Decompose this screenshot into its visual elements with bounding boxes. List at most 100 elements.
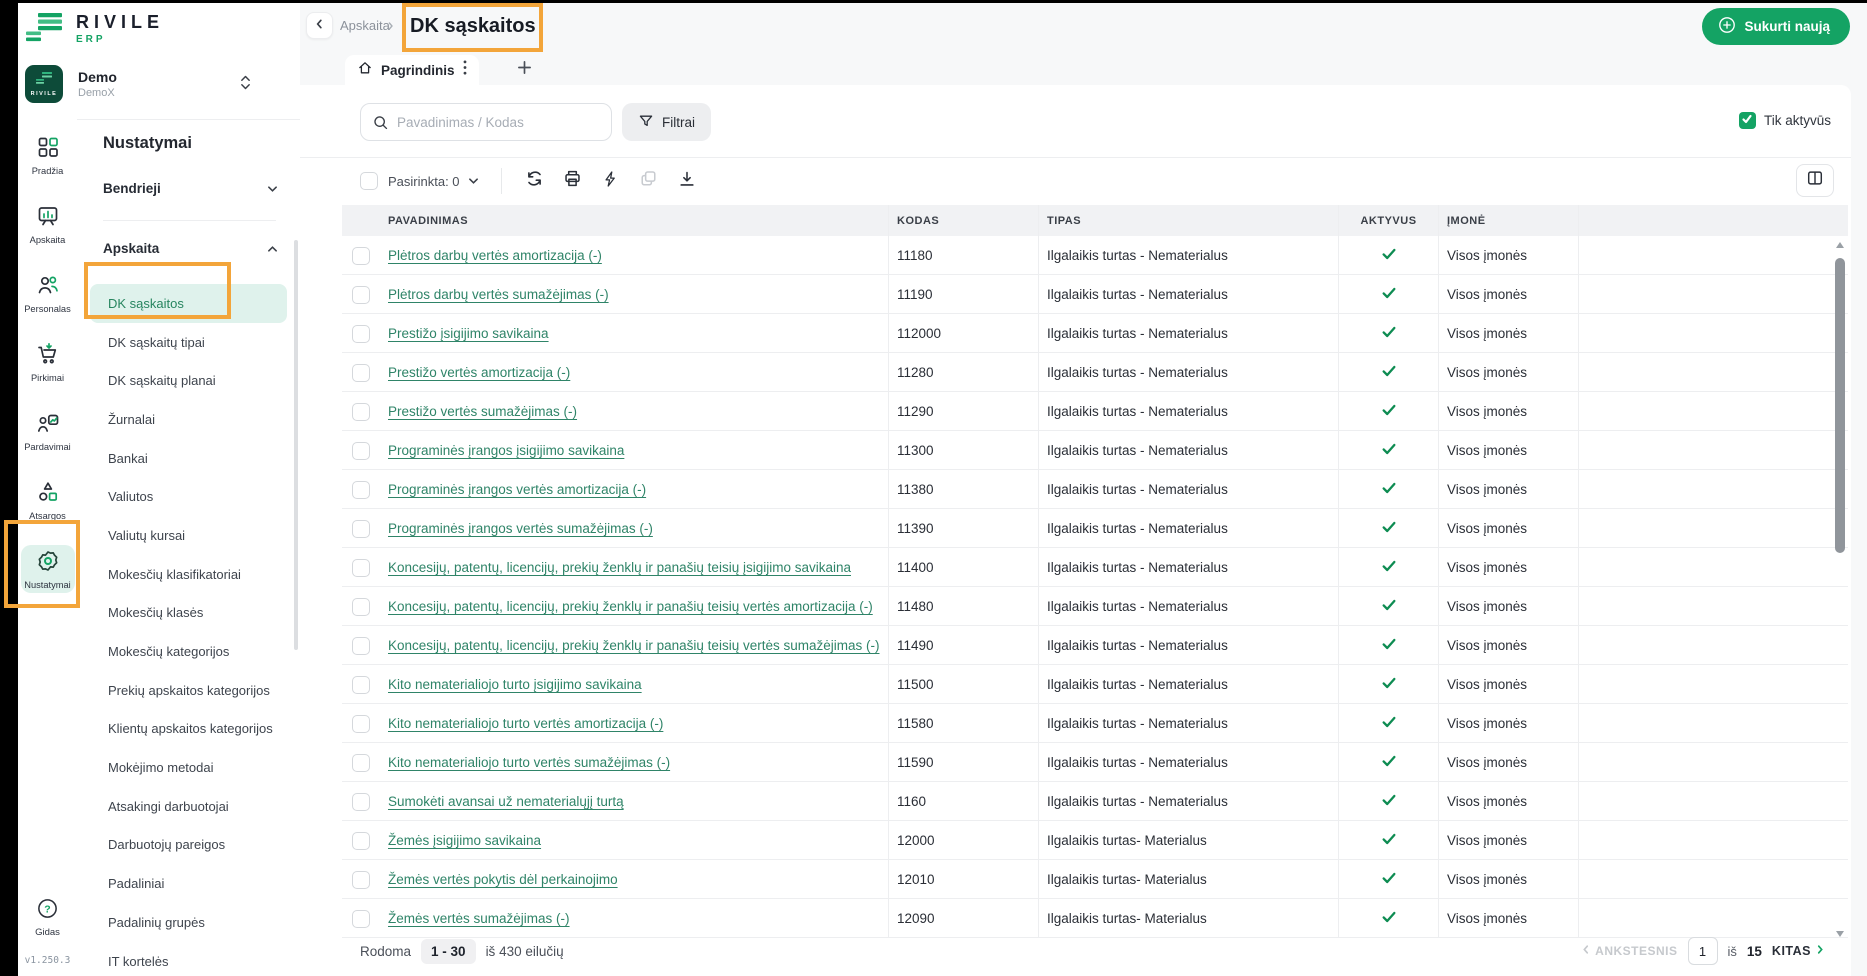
row-checkbox[interactable] bbox=[352, 402, 370, 421]
table-scrollbar[interactable] bbox=[1833, 242, 1847, 937]
row-checkbox[interactable] bbox=[352, 753, 370, 772]
row-checkbox[interactable] bbox=[352, 870, 370, 889]
row-name-link[interactable]: Kito nematerialiojo turto vertės amortiz… bbox=[388, 716, 663, 731]
export-button[interactable] bbox=[668, 166, 706, 196]
rail-item[interactable]: Pradžia bbox=[21, 131, 75, 179]
print-button[interactable] bbox=[554, 166, 592, 196]
workspace-selector[interactable]: RIVILE Demo DemoX bbox=[25, 63, 290, 105]
row-checkbox[interactable] bbox=[352, 675, 370, 694]
sidebar-item[interactable]: Žurnalai bbox=[90, 400, 287, 439]
sidebar-item[interactable]: Mokesčių klasės bbox=[90, 594, 287, 633]
row-type: Ilgalaikis turtas - Nematerialus bbox=[1038, 782, 1338, 821]
row-checkbox[interactable] bbox=[352, 597, 370, 616]
sidebar-item[interactable]: DK sąskaitos bbox=[90, 284, 287, 323]
sidebar-item[interactable]: IT kortelės bbox=[90, 942, 287, 976]
row-checkbox[interactable] bbox=[352, 558, 370, 577]
row-name-link[interactable]: Žemės įsigijimo savikaina bbox=[388, 833, 541, 848]
main-area: Apskaita DK sąskaitos Sukurti naują Pagr… bbox=[300, 3, 1867, 976]
sidebar-item[interactable]: Prekių apskaitos kategorijos bbox=[90, 671, 287, 710]
table-header: PAVADINIMAS KODAS TIPAS AKTYVUS ĮMONĖ bbox=[342, 205, 1848, 236]
row-name-link[interactable]: Prestižo įsigijimo savikaina bbox=[388, 326, 549, 341]
sidebar-item[interactable]: Valiutos bbox=[90, 477, 287, 516]
back-button[interactable] bbox=[306, 12, 333, 39]
selected-chevron-icon[interactable] bbox=[468, 177, 479, 185]
row-checkbox[interactable] bbox=[352, 909, 370, 928]
rail-item[interactable]: Personalas bbox=[21, 269, 75, 317]
active-only-toggle[interactable]: Tik aktyvūs bbox=[1738, 112, 1831, 129]
sidebar-item[interactable]: Mokesčių kategorijos bbox=[90, 632, 287, 671]
row-checkbox[interactable] bbox=[352, 324, 370, 343]
row-name-link[interactable]: Plėtros darbų vertės sumažėjimas (-) bbox=[388, 287, 609, 302]
sidebar-item[interactable]: Valiutų kursai bbox=[90, 516, 287, 555]
row-checkbox[interactable] bbox=[352, 285, 370, 304]
add-tab-button[interactable] bbox=[512, 58, 536, 82]
row-name-link[interactable]: Koncesijų, patentų, licencijų, prekių že… bbox=[388, 638, 879, 653]
sidebar-item[interactable]: DK sąskaitų tipai bbox=[90, 323, 287, 362]
row-name-link[interactable]: Prestižo vertės sumažėjimas (-) bbox=[388, 404, 577, 419]
row-checkbox[interactable] bbox=[352, 441, 370, 460]
selected-count-label[interactable]: Pasirinkta: 0 bbox=[388, 174, 460, 189]
row-company: Visos įmonės bbox=[1438, 392, 1578, 431]
create-new-button[interactable]: Sukurti naują bbox=[1702, 8, 1850, 45]
row-checkbox[interactable] bbox=[352, 363, 370, 382]
tab-pagrindinis[interactable]: Pagrindinis bbox=[345, 55, 479, 85]
rail-item[interactable]: Atsargos bbox=[21, 476, 75, 524]
sidebar-group-apskaita[interactable]: Apskaita bbox=[103, 234, 278, 262]
row-checkbox[interactable] bbox=[352, 246, 370, 265]
row-name-link[interactable]: Plėtros darbų vertės amortizacija (-) bbox=[388, 248, 602, 263]
rail-item[interactable]: Pirkimai bbox=[21, 338, 75, 386]
actions-button[interactable] bbox=[592, 166, 630, 196]
row-checkbox[interactable] bbox=[352, 831, 370, 850]
sidebar-scrollbar[interactable] bbox=[294, 240, 298, 650]
sidebar-item[interactable]: Atsakingi darbuotojai bbox=[90, 787, 287, 826]
row-checkbox[interactable] bbox=[352, 792, 370, 811]
refresh-button[interactable] bbox=[516, 166, 554, 196]
sidebar-item[interactable]: Padaliniai bbox=[90, 864, 287, 903]
row-name-link[interactable]: Žemės vertės sumažėjimas (-) bbox=[388, 911, 570, 926]
scrollbar-thumb[interactable] bbox=[1835, 258, 1845, 553]
row-name-link[interactable]: Koncesijų, patentų, licencijų, prekių že… bbox=[388, 599, 873, 614]
row-name-link[interactable]: Žemės vertės pokytis dėl perkainojimo bbox=[388, 872, 618, 887]
sidebar-item[interactable]: Bankai bbox=[90, 439, 287, 478]
tab-kebab-icon[interactable] bbox=[463, 60, 467, 80]
page-input[interactable] bbox=[1687, 937, 1718, 965]
row-checkbox[interactable] bbox=[352, 519, 370, 538]
sidebar-item[interactable]: Klientų apskaitos kategorijos bbox=[90, 710, 287, 749]
col-tipas: TIPAS bbox=[1038, 205, 1338, 236]
sidebar-item[interactable]: DK sąskaitų planai bbox=[90, 361, 287, 400]
sidebar-item[interactable]: Padalinių grupės bbox=[90, 903, 287, 942]
active-check-icon bbox=[1381, 402, 1397, 421]
search-input[interactable] bbox=[360, 103, 612, 141]
row-name-link[interactable]: Programinės įrangos vertės sumažėjimas (… bbox=[388, 521, 653, 536]
rail-item[interactable]: Apskaita bbox=[21, 200, 75, 248]
prev-page-button[interactable]: ANKSTESNIS bbox=[1581, 944, 1677, 958]
copy-button[interactable] bbox=[630, 166, 668, 196]
breadcrumb[interactable]: Apskaita bbox=[340, 12, 390, 39]
filter-button[interactable]: Filtrai bbox=[622, 103, 711, 141]
next-page-button[interactable]: KITAS bbox=[1772, 944, 1825, 958]
row-type: Ilgalaikis turtas - Nematerialus bbox=[1038, 626, 1338, 665]
active-only-checkbox[interactable] bbox=[1738, 112, 1756, 129]
row-checkbox[interactable] bbox=[352, 714, 370, 733]
row-checkbox[interactable] bbox=[352, 636, 370, 655]
select-all-checkbox[interactable] bbox=[360, 172, 378, 190]
sidebar-group-bendrieji[interactable]: Bendrieji bbox=[103, 174, 278, 202]
scroll-down-icon[interactable] bbox=[1836, 931, 1844, 937]
row-name-link[interactable]: Programinės įrangos įsigijimo savikaina bbox=[388, 443, 624, 458]
columns-settings-button[interactable] bbox=[1796, 164, 1834, 197]
row-name-link[interactable]: Kito nematerialiojo turto įsigijimo savi… bbox=[388, 677, 642, 692]
row-name-link[interactable]: Programinės įrangos vertės amortizacija … bbox=[388, 482, 646, 497]
sidebar-item[interactable]: Mokesčių klasifikatoriai bbox=[90, 555, 287, 594]
workspace-updown-icon[interactable] bbox=[240, 74, 251, 96]
row-checkbox[interactable] bbox=[352, 480, 370, 499]
scroll-up-icon[interactable] bbox=[1836, 242, 1844, 248]
sidebar-item[interactable]: Darbuotojų pareigos bbox=[90, 826, 287, 865]
guide-button[interactable]: ? Gidas bbox=[18, 897, 77, 938]
row-name-link[interactable]: Koncesijų, patentų, licencijų, prekių že… bbox=[388, 560, 851, 575]
row-name-link[interactable]: Prestižo vertės amortizacija (-) bbox=[388, 365, 570, 380]
rail-item[interactable]: Nustatymai bbox=[20, 545, 75, 593]
rail-item[interactable]: Pardavimai bbox=[21, 407, 75, 455]
row-name-link[interactable]: Sumokėti avansai už nematerialųjį turtą bbox=[388, 794, 624, 809]
row-name-link[interactable]: Kito nematerialiojo turto vertės sumažėj… bbox=[388, 755, 670, 770]
sidebar-item[interactable]: Mokėjimo metodai bbox=[90, 748, 287, 787]
